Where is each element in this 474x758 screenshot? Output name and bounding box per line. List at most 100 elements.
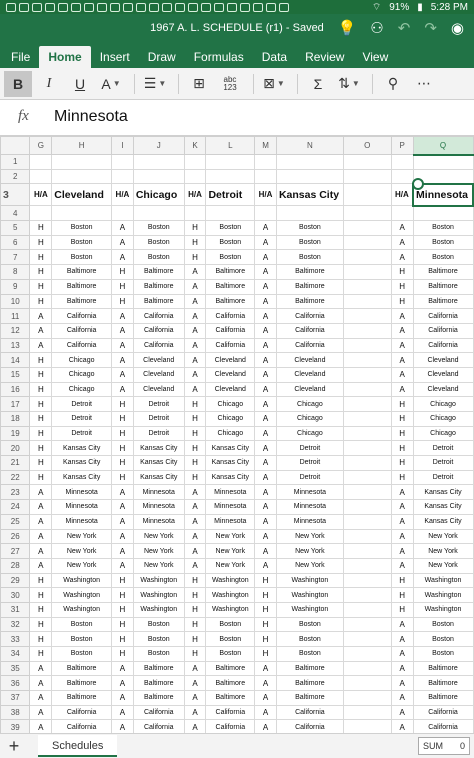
cell-o29[interactable] — [342, 572, 392, 589]
lightbulb-icon[interactable]: 💡 — [338, 19, 357, 37]
column-header-m[interactable]: M — [254, 136, 277, 155]
cell-l10[interactable]: Baltimore — [205, 293, 256, 310]
cell-k26[interactable]: A — [183, 528, 207, 545]
cell-g30[interactable]: H — [29, 587, 53, 603]
cell-j23[interactable]: Minnesota — [132, 484, 185, 501]
cell-g6[interactable]: H — [29, 234, 53, 251]
cell-l8[interactable]: Baltimore — [205, 264, 256, 280]
cell-i37[interactable]: A — [111, 690, 134, 706]
cell-g33[interactable]: H — [29, 631, 53, 647]
cell-p10[interactable]: H — [390, 293, 414, 310]
cell-m12[interactable]: A — [254, 322, 277, 339]
cell-k19[interactable]: H — [183, 425, 207, 442]
cell-m24[interactable]: A — [254, 499, 277, 515]
cell-p15[interactable]: A — [390, 366, 414, 383]
cell-q19[interactable]: Chicago — [412, 425, 474, 442]
sheet-tab-schedules[interactable]: Schedules — [38, 735, 118, 757]
cell-h29[interactable]: Washington — [51, 572, 113, 589]
cell-p2[interactable] — [390, 168, 414, 185]
cell-k6[interactable]: H — [183, 234, 207, 251]
row-header[interactable]: 12 — [0, 322, 31, 339]
row-header[interactable]: 33 — [0, 631, 31, 647]
cell-l27[interactable]: New York — [205, 543, 256, 559]
cell-o9[interactable] — [342, 278, 392, 295]
cell-h21[interactable]: Kansas City — [51, 455, 113, 471]
cell-l17[interactable]: Chicago — [205, 396, 256, 412]
cell-n14[interactable]: Cleveland — [275, 352, 344, 368]
cell-k9[interactable]: A — [183, 278, 207, 295]
cell-g27[interactable]: A — [29, 543, 53, 559]
cell-j16[interactable]: Cleveland — [132, 381, 185, 398]
cell-o37[interactable] — [342, 690, 392, 706]
cell-p24[interactable]: A — [390, 499, 414, 515]
cell-p38[interactable]: A — [390, 704, 414, 721]
cell-l6[interactable]: Boston — [205, 234, 256, 251]
cell-j38[interactable]: California — [132, 704, 185, 721]
cell-k2[interactable] — [183, 168, 207, 185]
cell-i28[interactable]: A — [111, 557, 134, 574]
cell-g16[interactable]: H — [29, 381, 53, 398]
cell-n25[interactable]: Minnesota — [275, 513, 344, 530]
cell-j33[interactable]: Boston — [132, 631, 185, 647]
cell-k27[interactable]: A — [183, 543, 207, 559]
cell-h9[interactable]: Baltimore — [51, 278, 113, 295]
cell-q20[interactable]: Detroit — [412, 440, 474, 457]
number-format-button[interactable]: abc 123 — [216, 71, 244, 97]
cell-l15[interactable]: Cleveland — [205, 366, 256, 383]
row-header[interactable]: 23 — [0, 484, 31, 501]
cell-g29[interactable]: H — [29, 572, 53, 589]
row-header[interactable]: 26 — [0, 528, 31, 545]
cell-l13[interactable]: California — [205, 337, 256, 354]
cell-i12[interactable]: A — [111, 322, 134, 339]
cell-l12[interactable]: California — [205, 322, 256, 339]
cell-q21[interactable]: Detroit — [412, 455, 474, 471]
cell-p17[interactable]: H — [390, 396, 414, 412]
cell-h30[interactable]: Washington — [51, 587, 113, 603]
undo-icon[interactable]: ↶ — [398, 19, 411, 37]
cell-j31[interactable]: Washington — [132, 601, 185, 618]
cell-g17[interactable]: H — [29, 396, 53, 412]
cell-n29[interactable]: Washington — [275, 572, 344, 589]
cell-j27[interactable]: New York — [132, 543, 185, 559]
cell-l32[interactable]: Boston — [205, 616, 256, 633]
cell-g22[interactable]: H — [29, 469, 53, 486]
cell-o22[interactable] — [342, 469, 392, 486]
underline-button[interactable]: U — [66, 71, 94, 97]
cell-k11[interactable]: A — [183, 308, 207, 324]
cell-k30[interactable]: H — [183, 587, 207, 603]
cell-l29[interactable]: Washington — [205, 572, 256, 589]
cell-h26[interactable]: New York — [51, 528, 113, 545]
cell-q35[interactable]: Baltimore — [412, 660, 474, 677]
cell-l20[interactable]: Kansas City — [205, 440, 256, 457]
row-header[interactable]: 20 — [0, 440, 31, 457]
cell-p6[interactable]: A — [390, 234, 414, 251]
cell-k33[interactable]: H — [183, 631, 207, 647]
cell-o19[interactable] — [342, 425, 392, 442]
cell-o14[interactable] — [342, 352, 392, 368]
cell-g14[interactable]: H — [29, 352, 53, 368]
search-button[interactable]: ⚲ — [379, 71, 407, 97]
cell-h5[interactable]: Boston — [51, 220, 113, 236]
cell-l37[interactable]: Baltimore — [205, 690, 256, 706]
select-all-corner[interactable] — [0, 136, 31, 155]
cell-h34[interactable]: Boston — [51, 646, 113, 662]
cell-k16[interactable]: A — [183, 381, 207, 398]
cell-n15[interactable]: Cleveland — [275, 366, 344, 383]
cell-g13[interactable]: A — [29, 337, 53, 354]
cell-o30[interactable] — [342, 587, 392, 603]
cell-m34[interactable]: H — [254, 646, 277, 662]
cell-g23[interactable]: A — [29, 484, 53, 501]
add-sheet-button[interactable]: + — [0, 736, 28, 757]
cell-q23[interactable]: Kansas City — [412, 484, 474, 501]
cell-k28[interactable]: A — [183, 557, 207, 574]
cell-h36[interactable]: Baltimore — [51, 675, 113, 692]
cell-q39[interactable]: California — [412, 719, 474, 733]
cell-n23[interactable]: Minnesota — [275, 484, 344, 501]
cell-p33[interactable]: A — [390, 631, 414, 647]
cell-q36[interactable]: Baltimore — [412, 675, 474, 692]
cell-h28[interactable]: New York — [51, 557, 113, 574]
cell-l31[interactable]: Washington — [205, 601, 256, 618]
cell-p3[interactable]: H/A — [390, 183, 414, 207]
cell-j4[interactable] — [132, 205, 185, 222]
row-header[interactable]: 24 — [0, 499, 31, 515]
